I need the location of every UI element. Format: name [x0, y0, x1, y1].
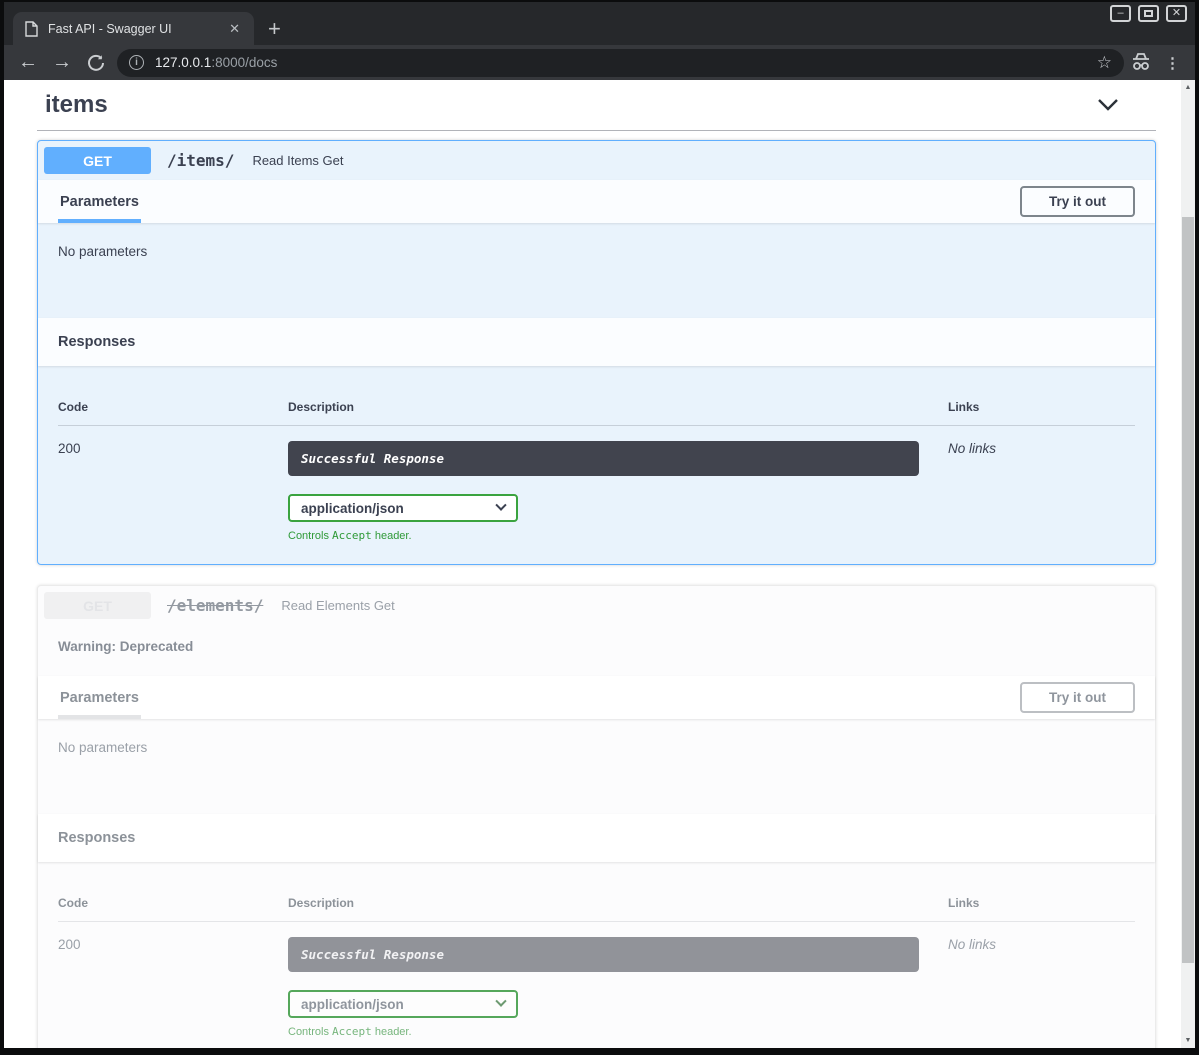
accept-header-note: Controls Accept header.	[288, 1025, 948, 1038]
reload-icon[interactable]	[83, 45, 109, 80]
method-badge[interactable]: GET	[44, 592, 151, 619]
opblock-get-elements-deprecated: GET /elements/ Read Elements Get Warning…	[37, 585, 1156, 1048]
responses-table-header: Code Description Links	[58, 896, 1135, 922]
try-it-out-button[interactable]: Try it out	[1020, 682, 1135, 713]
maximize-icon	[1144, 10, 1153, 17]
accept-note-prefix: Controls	[288, 1026, 332, 1038]
no-parameters-text: No parameters	[58, 740, 147, 755]
response-description: Successful Response	[288, 937, 919, 972]
responses-title: Responses	[58, 334, 135, 350]
status-code: 200	[58, 441, 288, 542]
url-host: 127.0.0.1	[155, 55, 211, 70]
endpoint-summary: Read Items Get	[252, 153, 343, 168]
address-bar[interactable]: i 127.0.0.1:8000/docs ☆	[117, 49, 1124, 77]
browser-tab[interactable]: Fast API - Swagger UI ✕	[13, 12, 254, 45]
deprecated-warning: Warning: Deprecated	[38, 625, 1155, 676]
accept-note-code: Accept	[332, 1025, 372, 1038]
parameters-body: No parameters	[38, 223, 1155, 318]
url-path: :8000/docs	[211, 55, 277, 70]
description-column-header: Description	[288, 896, 948, 910]
responses-title: Responses	[58, 830, 135, 846]
accept-note-suffix: header.	[372, 530, 412, 542]
tab-close-icon[interactable]: ✕	[227, 21, 242, 37]
links-column-header: Links	[948, 896, 1135, 910]
maximize-button[interactable]	[1138, 5, 1159, 22]
parameters-tab[interactable]: Parameters	[58, 676, 141, 719]
title-bar: Fast API - Swagger UI ✕ + – ✕	[4, 2, 1195, 45]
parameters-body: No parameters	[38, 719, 1155, 814]
media-type-value: application/json	[301, 501, 404, 516]
accept-note-prefix: Controls	[288, 530, 332, 542]
endpoint-path: /items/	[167, 151, 234, 170]
tag-divider	[37, 130, 1156, 131]
media-type-wrap: application/json Controls Accept header.	[288, 990, 948, 1038]
code-column-header: Code	[58, 896, 288, 910]
responses-header: Responses	[38, 814, 1155, 862]
close-button[interactable]: ✕	[1166, 5, 1187, 22]
responses-header: Responses	[38, 318, 1155, 366]
window-controls: – ✕	[1110, 5, 1187, 22]
response-description-cell: Successful Response application/json Con…	[288, 441, 948, 542]
media-type-select[interactable]: application/json	[288, 494, 518, 522]
browser-toolbar: ← → i 127.0.0.1:8000/docs ☆ ⋮	[4, 45, 1195, 80]
select-chevron-icon	[495, 500, 506, 511]
endpoint-summary: Read Elements Get	[281, 598, 394, 613]
try-it-out-button[interactable]: Try it out	[1020, 186, 1135, 217]
links-value: No links	[948, 937, 1135, 1038]
links-column-header: Links	[948, 400, 1135, 414]
parameters-tab[interactable]: Parameters	[58, 180, 141, 223]
parameters-header: Parameters Try it out	[38, 676, 1155, 719]
page-content: items GET /items/ Read Items Get Paramet…	[4, 80, 1181, 1048]
media-type-wrap: application/json Controls Accept header.	[288, 494, 948, 542]
parameters-header: Parameters Try it out	[38, 180, 1155, 223]
page-favicon-icon	[25, 21, 38, 37]
response-description: Successful Response	[288, 441, 919, 476]
back-icon[interactable]: ←	[15, 45, 41, 80]
status-code: 200	[58, 937, 288, 1038]
bookmark-star-icon[interactable]: ☆	[1097, 53, 1112, 73]
scroll-down-icon[interactable]: ▼	[1181, 1037, 1195, 1044]
endpoint-path: /elements/	[167, 596, 263, 615]
collapse-chevron-icon[interactable]	[1096, 97, 1148, 113]
tag-section-header[interactable]: items	[37, 89, 1156, 119]
browser-window: Fast API - Swagger UI ✕ + – ✕ ← → i 127.…	[0, 0, 1199, 1055]
new-tab-button[interactable]: +	[268, 16, 281, 42]
opblock-summary[interactable]: GET /items/ Read Items Get	[38, 141, 1155, 180]
scrollbar-thumb[interactable]	[1182, 217, 1194, 963]
accept-header-note: Controls Accept header.	[288, 529, 948, 542]
description-column-header: Description	[288, 400, 948, 414]
response-description-cell: Successful Response application/json Con…	[288, 937, 948, 1038]
responses-body: Code Description Links 200 Successful Re…	[38, 862, 1155, 1048]
accept-note-suffix: header.	[372, 1026, 412, 1038]
opblock-summary[interactable]: GET /elements/ Read Elements Get	[38, 586, 1155, 625]
links-value: No links	[948, 441, 1135, 542]
tag-title: items	[45, 91, 108, 119]
page-scrollbar[interactable]: ▲ ▼	[1181, 80, 1195, 1048]
browser-menu-icon[interactable]: ⋮	[1165, 45, 1180, 80]
accept-note-code: Accept	[332, 529, 372, 542]
url-text: 127.0.0.1:8000/docs	[155, 55, 277, 70]
forward-icon[interactable]: →	[49, 45, 75, 80]
response-row: 200 Successful Response application/json…	[58, 426, 1135, 542]
site-info-icon[interactable]: i	[129, 55, 144, 70]
tab-title: Fast API - Swagger UI	[48, 22, 227, 36]
media-type-value: application/json	[301, 997, 404, 1012]
code-column-header: Code	[58, 400, 288, 414]
response-row: 200 Successful Response application/json…	[58, 922, 1135, 1038]
responses-table-header: Code Description Links	[58, 400, 1135, 426]
method-badge[interactable]: GET	[44, 147, 151, 174]
opblock-get-items: GET /items/ Read Items Get Parameters Tr…	[37, 140, 1156, 565]
select-chevron-icon	[495, 996, 506, 1007]
incognito-icon	[1129, 51, 1153, 78]
minimize-button[interactable]: –	[1110, 5, 1131, 22]
media-type-select[interactable]: application/json	[288, 990, 518, 1018]
scroll-up-icon[interactable]: ▲	[1181, 84, 1195, 91]
no-parameters-text: No parameters	[58, 244, 147, 259]
responses-body: Code Description Links 200 Successful Re…	[38, 366, 1155, 564]
